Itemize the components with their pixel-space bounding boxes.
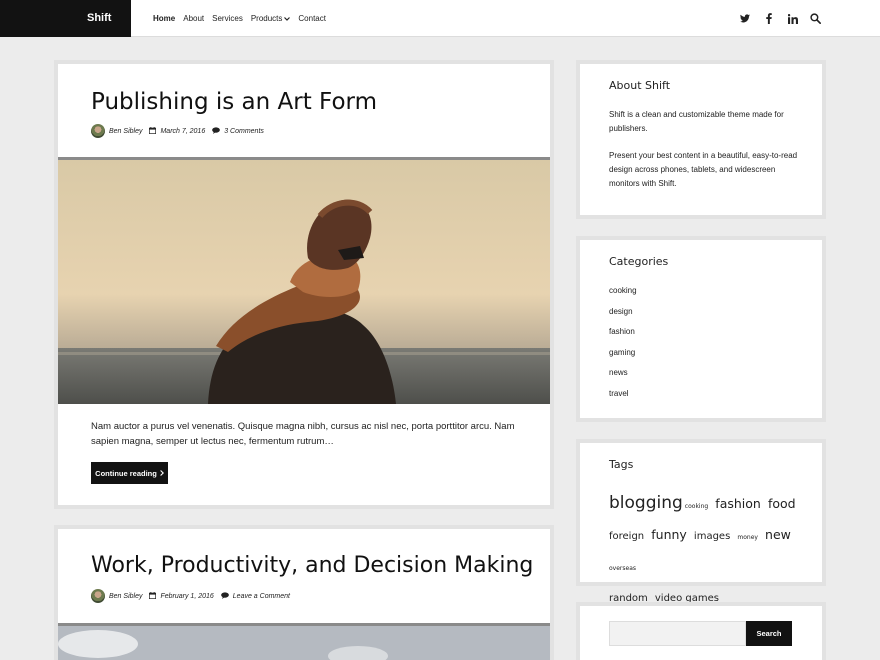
continue-reading-button[interactable]: Continue reading xyxy=(91,462,168,484)
category-link-cooking[interactable]: cooking xyxy=(609,286,637,307)
post-excerpt: Nam auctor a purus vel venenatis. Quisqu… xyxy=(91,421,515,447)
tag-link-money[interactable]: money xyxy=(737,534,758,541)
post-author[interactable]: Ben Sibley xyxy=(109,128,142,135)
social-links xyxy=(738,0,799,37)
category-list: cooking design fashion gaming news trave… xyxy=(609,286,637,409)
main-nav: Home About Services Products Contact xyxy=(153,0,326,37)
tag-link-funny[interactable]: funny xyxy=(651,527,687,542)
avatar xyxy=(91,589,105,603)
site-logo[interactable]: Shift xyxy=(0,0,131,37)
about-text: Present your best content in a beautiful… xyxy=(609,151,798,188)
post-date[interactable]: March 7, 2016 xyxy=(160,128,205,135)
nav-item-services[interactable]: Services xyxy=(212,14,243,23)
tag-link-overseas[interactable]: overseas xyxy=(609,565,636,572)
avatar xyxy=(91,124,105,138)
about-text: Shift is a clean and customizable theme … xyxy=(609,110,784,133)
post-comments-link[interactable]: Leave a Comment xyxy=(233,593,290,600)
tags-widget: Tags blogging cooking fashion food foreig… xyxy=(576,439,826,635)
linkedin-icon[interactable] xyxy=(786,12,799,25)
tag-link-food[interactable]: food xyxy=(768,496,796,511)
category-link-fashion[interactable]: fashion xyxy=(609,327,637,348)
tag-link-images[interactable]: images xyxy=(694,531,730,542)
chevron-right-icon xyxy=(160,469,164,478)
calendar-icon xyxy=(149,126,157,136)
tag-link-cooking[interactable]: cooking xyxy=(685,503,708,510)
search-button[interactable]: Search xyxy=(746,621,792,646)
category-link-gaming[interactable]: gaming xyxy=(609,348,637,369)
widget-title: Tags xyxy=(609,458,634,471)
post-author[interactable]: Ben Sibley xyxy=(109,593,142,600)
post-card: Work, Productivity, and Decision Making … xyxy=(54,525,554,660)
categories-widget: Categories cooking design fashion gaming… xyxy=(576,236,826,422)
tag-link-new[interactable]: new xyxy=(765,527,791,542)
post-title[interactable]: Publishing is an Art Form xyxy=(91,89,377,115)
tag-link-foreign[interactable]: foreign xyxy=(609,531,644,542)
post-title[interactable]: Work, Productivity, and Decision Making xyxy=(91,553,533,578)
widget-title: Categories xyxy=(609,255,669,268)
search-widget: Search xyxy=(576,602,826,660)
chevron-down-icon xyxy=(284,17,291,23)
nav-item-contact[interactable]: Contact xyxy=(298,14,326,23)
category-link-design[interactable]: design xyxy=(609,307,637,328)
widget-title: About Shift xyxy=(609,79,671,92)
nav-item-about[interactable]: About xyxy=(183,14,204,23)
tag-link-fashion[interactable]: fashion xyxy=(715,496,761,511)
post-meta: Ben Sibley February 1, 2016 Leave a Comm… xyxy=(91,589,290,603)
featured-image[interactable] xyxy=(58,623,550,660)
nav-item-products[interactable]: Products xyxy=(251,14,291,23)
post-meta: Ben Sibley March 7, 2016 3 Comments xyxy=(91,124,264,138)
post-comments-link[interactable]: 3 Comments xyxy=(224,128,264,135)
comment-icon xyxy=(220,591,229,601)
category-link-news[interactable]: news xyxy=(609,368,637,389)
nav-item-products-label: Products xyxy=(250,14,283,23)
post-card: Publishing is an Art Form Ben Sibley Mar… xyxy=(54,60,554,509)
continue-reading-label: Continue reading xyxy=(95,468,157,478)
tag-link-blogging[interactable]: blogging xyxy=(609,493,683,513)
twitter-icon[interactable] xyxy=(738,12,751,25)
featured-image[interactable] xyxy=(58,157,550,404)
comment-icon xyxy=(212,126,221,136)
about-widget: About Shift Shift is a clean and customi… xyxy=(576,60,826,219)
search-input[interactable] xyxy=(609,621,746,646)
search-icon[interactable] xyxy=(809,12,822,25)
category-link-travel[interactable]: travel xyxy=(609,389,637,410)
nav-item-home[interactable]: Home xyxy=(153,14,175,23)
facebook-icon[interactable] xyxy=(762,12,775,25)
post-date[interactable]: February 1, 2016 xyxy=(160,593,213,600)
site-header: Shift Home About Services Products Conta… xyxy=(0,0,880,37)
calendar-icon xyxy=(149,591,157,601)
